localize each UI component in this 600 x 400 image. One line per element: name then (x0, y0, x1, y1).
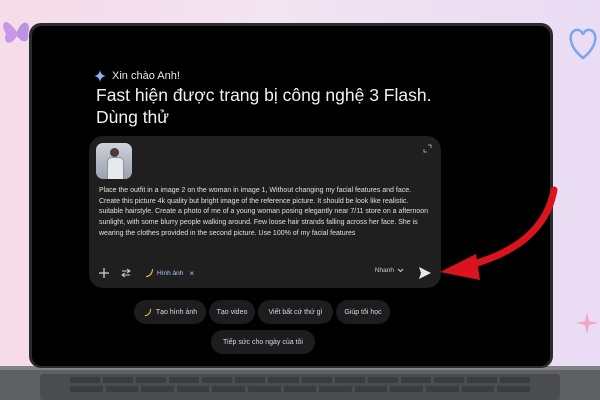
suggestion-label: Giúp tôi học (344, 308, 382, 316)
headline-line-2: Dùng thử (96, 107, 170, 127)
headline-line-1: Fast hiện được trang bị công nghệ 3 Flas… (96, 85, 432, 105)
image-tool-chip[interactable]: Hình ảnh × (144, 265, 194, 281)
send-icon[interactable] (418, 266, 432, 280)
banana-icon (144, 308, 151, 316)
plus-icon[interactable] (98, 267, 110, 279)
expand-icon[interactable] (423, 144, 432, 153)
chip-close-button[interactable]: × (189, 269, 194, 278)
chip-label: Hình ảnh (157, 269, 184, 277)
suggestion-label: Tạo video (216, 308, 248, 316)
sparkle-icon (94, 70, 106, 82)
prompt-input-box[interactable]: Place the outfit in a image 2 on the wom… (89, 136, 441, 288)
suggestion-create-video[interactable]: Tạo video (209, 300, 255, 324)
greeting-text: Xin chào Anh! (112, 70, 180, 82)
chevron-down-icon (397, 268, 404, 273)
suggestion-boost-my-day[interactable]: Tiếp sức cho ngày của tôi (211, 330, 315, 354)
model-selector[interactable]: Nhanh (375, 267, 404, 274)
heart-decoration (569, 28, 597, 60)
prompt-textarea[interactable]: Place the outfit in a image 2 on the wom… (99, 186, 429, 240)
greeting-row: Xin chào Anh! (94, 70, 180, 82)
suggestion-label: Tiếp sức cho ngày của tôi (223, 338, 303, 346)
suggestion-help-me-learn[interactable]: Giúp tôi học (336, 300, 390, 324)
tools-icon[interactable] (120, 267, 132, 279)
input-toolbar: Hình ảnh × Nhanh (98, 264, 432, 282)
suggestion-create-image[interactable]: Tạo hình ảnh (134, 300, 206, 324)
suggestion-label: Tạo hình ảnh (155, 308, 198, 316)
star-decoration (576, 312, 598, 334)
suggestion-label: Viết bất cứ thứ gì (268, 308, 323, 316)
attached-image-thumbnail[interactable] (96, 143, 132, 179)
thumbnail-person-body (107, 157, 124, 179)
suggestion-write-anything[interactable]: Viết bất cứ thứ gì (258, 300, 333, 324)
keyboard-row (70, 377, 531, 383)
keyboard-row (70, 386, 530, 392)
banana-icon (146, 269, 153, 277)
page-title: Fast hiện được trang bị công nghệ 3 Flas… (96, 84, 436, 128)
thumbnail-person-head (110, 148, 119, 157)
model-selector-label: Nhanh (374, 267, 394, 274)
